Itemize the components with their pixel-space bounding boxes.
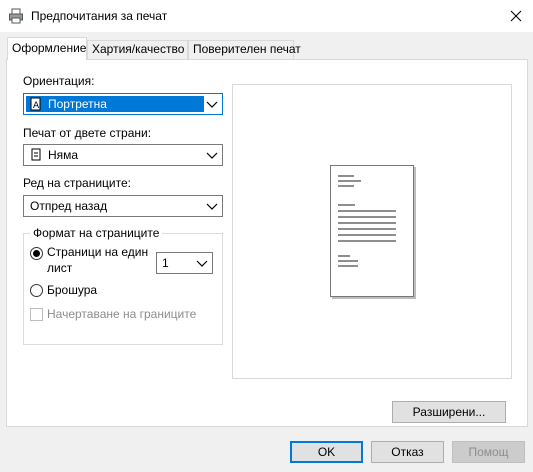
- pages-per-sheet-value: 1: [162, 256, 169, 270]
- page-text-line: [338, 240, 396, 242]
- chevron-down-icon: [206, 101, 218, 108]
- page-text-line: [338, 222, 396, 224]
- tab-confidential-print[interactable]: Поверителен печат: [188, 40, 301, 59]
- page-text-line: [338, 265, 358, 267]
- close-button[interactable]: [503, 3, 529, 29]
- page-text-line: [338, 185, 354, 187]
- page-order-label: Ред на страниците:: [23, 176, 131, 190]
- page-order-select[interactable]: Отпред назад: [23, 195, 223, 217]
- tab-paper-quality[interactable]: Хартия/качество: [87, 40, 188, 59]
- radio-selected-dot: [33, 250, 40, 257]
- pages-per-sheet-radio[interactable]: [30, 247, 43, 260]
- booklet-label: Брошура: [47, 283, 98, 297]
- booklet-radio[interactable]: [30, 284, 43, 297]
- pages-per-sheet-label-line2: лист: [47, 261, 73, 275]
- chevron-down-icon: [196, 260, 208, 267]
- pages-per-sheet-label-line1: Страници на един: [47, 245, 149, 259]
- chevron-down-icon: [206, 152, 218, 159]
- ok-button[interactable]: OK: [290, 441, 363, 463]
- orientation-value: Портретна: [48, 97, 107, 111]
- orientation-label: Ориентация:: [23, 74, 95, 88]
- page-format-group-title: Формат на страниците: [30, 226, 163, 240]
- duplex-value: Няма: [48, 148, 79, 162]
- duplex-select[interactable]: Няма: [23, 144, 223, 166]
- portrait-page-icon: A: [30, 97, 41, 111]
- printer-icon: [9, 8, 23, 24]
- cancel-button[interactable]: Отказ: [371, 441, 444, 463]
- page-text-line: [338, 204, 355, 206]
- orientation-select[interactable]: A Портретна: [23, 93, 223, 115]
- window-title: Предпочитания за печат: [31, 9, 168, 23]
- page-text-line: [338, 228, 396, 230]
- single-sided-page-icon: [31, 148, 41, 161]
- page-text-line: [338, 255, 350, 257]
- page-text-line: [338, 180, 361, 182]
- duplex-label: Печат от двете страни:: [23, 126, 152, 140]
- advanced-button[interactable]: Разширени...: [392, 401, 506, 423]
- draw-borders-label: Начертаване на границите: [47, 307, 197, 321]
- page-text-line: [338, 210, 396, 212]
- close-icon: [510, 10, 522, 22]
- svg-text:A: A: [33, 101, 40, 111]
- page-text-line: [338, 175, 354, 177]
- tab-layout[interactable]: Оформление: [7, 37, 87, 60]
- page-text-line: [338, 260, 358, 262]
- chevron-down-icon: [206, 203, 218, 210]
- page-order-value: Отпред назад: [30, 199, 108, 213]
- page-text-line: [338, 234, 396, 236]
- help-button[interactable]: Помощ: [452, 441, 525, 463]
- draw-borders-checkbox[interactable]: [30, 308, 43, 321]
- pages-per-sheet-select[interactable]: 1: [156, 252, 213, 274]
- page-text-line: [338, 216, 396, 218]
- preview-page: [330, 165, 414, 297]
